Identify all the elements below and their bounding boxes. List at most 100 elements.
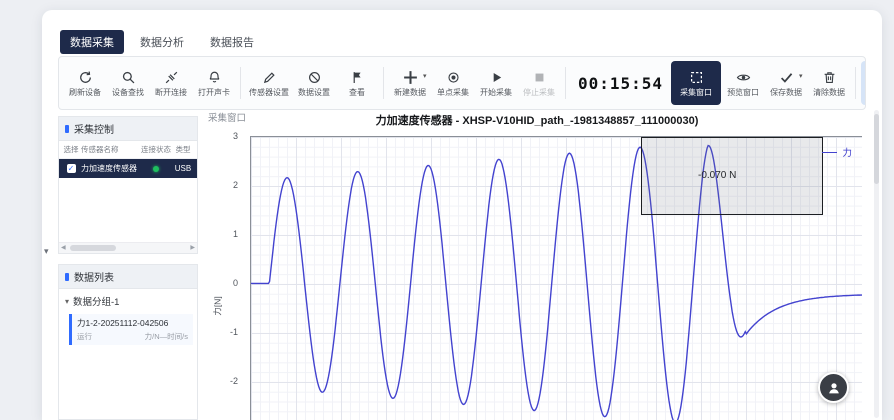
caret-down-icon: ▾: [799, 73, 803, 80]
experiment-status-button[interactable]: 实验状态: [861, 61, 866, 105]
preview-window-button[interactable]: 预览窗口: [722, 61, 764, 105]
save-data-button[interactable]: ▾ 保存数据: [765, 61, 807, 105]
data-group-row[interactable]: ▾ 数据分组-1: [59, 289, 197, 313]
row-checkbox[interactable]: ✓: [67, 164, 76, 173]
data-list-header: 数据列表: [58, 264, 198, 289]
toolbar-separator: [565, 67, 566, 99]
horizontal-scrollbar[interactable]: ◀ ▶: [59, 242, 197, 253]
table-row[interactable]: ✓力加速度传感器USB: [59, 159, 197, 178]
data-list-item[interactable]: 力1-2-20251112-042506 运行 力/N—时间/s: [69, 314, 193, 345]
scroll-left-icon[interactable]: ◀: [59, 245, 68, 251]
capture-icon: [688, 69, 705, 86]
sensor-type: USB: [173, 164, 193, 173]
toolbar-button-label: 设备查找: [112, 89, 144, 97]
sensor-table: 选择传感器名称连接状态类型 ✓力加速度传感器USB ◀ ▶: [58, 141, 198, 254]
play-icon: [488, 69, 505, 86]
bell-icon: [206, 69, 223, 86]
search-icon: [120, 69, 137, 86]
chart-area: 力加速度传感器 - XHSP-V10HID_path_-1981348857_1…: [206, 110, 868, 420]
refresh-device-button[interactable]: 刷新设备: [64, 61, 106, 105]
toolbar: 刷新设备设备查找 断开连接 打开声卡 传感器设置 数据设置 查看 ▾ 新建数据 单点采集开始采集…: [58, 56, 866, 110]
caret-down-icon: ▾: [423, 73, 427, 80]
vertical-scrollbar[interactable]: [874, 110, 879, 418]
eye-icon: [735, 69, 752, 86]
start-collect-button[interactable]: 开始采集: [475, 61, 517, 105]
toolbar-separator: [240, 67, 241, 99]
column-header: 传感器名称: [81, 144, 139, 155]
data-item-title: 力1-2-20251112-042506: [77, 317, 188, 329]
selection-rectangle[interactable]: -0.070 N: [641, 137, 823, 215]
scrollbar-thumb[interactable]: [70, 245, 116, 251]
toolbar-button-label: 单点采集: [437, 89, 469, 97]
search-device-button[interactable]: 设备查找: [107, 61, 149, 105]
plus-icon: ▾: [402, 69, 419, 86]
check-icon: ▾: [778, 69, 795, 86]
collect-control-title: 采集控制: [74, 121, 114, 136]
toolbar-separator: [855, 67, 856, 99]
new-data-button[interactable]: ▾ 新建数据: [389, 61, 431, 105]
toolbar-button-label: 数据设置: [298, 89, 330, 97]
stop-icon: [531, 69, 548, 86]
collapse-handle-icon[interactable]: ▾: [44, 246, 49, 257]
toolbar-button-label: 断开连接: [155, 89, 187, 97]
collection-timer: 00:15:54: [578, 74, 663, 93]
app-window: 数据采集 数据分析 数据报告 刷新设备设备查找 断开连接 打开声卡 传感器设置 数据设置…: [42, 10, 882, 420]
refresh-icon: [77, 69, 94, 86]
open-soundcard-button[interactable]: 打开声卡: [193, 61, 235, 105]
sensor-settings-button[interactable]: 传感器设置: [246, 61, 292, 105]
tab-data-report[interactable]: 数据报告: [200, 30, 264, 54]
tab-data-analysis[interactable]: 数据分析: [130, 30, 194, 54]
column-header: 类型: [173, 144, 193, 155]
chart-legend: 力: [822, 145, 852, 159]
legend-line-icon: [822, 152, 837, 153]
y-axis-ticks: 3210-1-2: [206, 110, 246, 420]
scroll-right-icon[interactable]: ▶: [188, 245, 197, 251]
toolbar-separator: [383, 67, 384, 99]
main-tabs: 数据采集 数据分析 数据报告: [60, 30, 264, 54]
tab-data-collect[interactable]: 数据采集: [60, 30, 124, 54]
chart-title: 力加速度传感器 - XHSP-V10HID_path_-1981348857_1…: [206, 112, 868, 128]
trash-icon: [821, 69, 838, 86]
point-icon: [445, 69, 462, 86]
sensor-table-header: 选择传感器名称连接状态类型: [59, 141, 197, 159]
panel-bullet-icon: [65, 273, 69, 281]
toolbar-button-label: 采集窗口: [680, 89, 712, 97]
toolbar-button-label: 新建数据: [394, 89, 426, 97]
left-sidebar: 采集控制 选择传感器名称连接状态类型 ✓力加速度传感器USB ◀ ▶ 数据列表 …: [58, 116, 198, 420]
data-item-status: 运行: [77, 331, 92, 342]
y-tick-label: -1: [230, 327, 238, 337]
measurement-annotation: -0.070 N: [698, 170, 736, 181]
person-icon: [826, 380, 842, 396]
collect-control-header: 采集控制: [58, 116, 198, 141]
single-point-button[interactable]: 单点采集: [432, 61, 474, 105]
toolbar-button-label: 打开声卡: [198, 89, 230, 97]
view-button[interactable]: 查看: [336, 61, 378, 105]
disconnect-button[interactable]: 断开连接: [150, 61, 192, 105]
tree-expand-icon[interactable]: ▾: [65, 297, 69, 306]
column-header: 连接状态: [139, 144, 173, 155]
toolbar-button-label: 清除数据: [813, 89, 845, 97]
data-list: ▾ 数据分组-1 力1-2-20251112-042506 运行 力/N—时间/s: [58, 289, 198, 420]
data-settings-button[interactable]: 数据设置: [293, 61, 335, 105]
y-tick-label: 0: [233, 278, 238, 288]
stop-collect-button[interactable]: 停止采集: [518, 61, 560, 105]
toolbar-button-label: 预览窗口: [727, 89, 759, 97]
toolbar-button-label: 传感器设置: [249, 89, 289, 97]
toolbar-button-label: 保存数据: [770, 89, 802, 97]
column-header: 选择: [61, 144, 81, 155]
y-tick-label: -2: [230, 376, 238, 386]
scrollbar-thumb[interactable]: [874, 114, 879, 184]
status-dot: [153, 166, 159, 172]
toolbar-button-label: 停止采集: [523, 89, 555, 97]
panel-bullet-icon: [65, 125, 69, 133]
data-item-axes: 力/N—时间/s: [145, 331, 188, 342]
scrollbar-track[interactable]: [68, 245, 189, 251]
plot-area[interactable]: -0.070 N 力: [250, 136, 862, 420]
y-tick-label: 2: [233, 180, 238, 190]
y-tick-label: 3: [233, 131, 238, 141]
clear-data-button[interactable]: 清除数据: [808, 61, 850, 105]
capture-window-button[interactable]: 采集窗口: [671, 61, 721, 105]
assistant-avatar[interactable]: [818, 372, 849, 403]
data-group-label: 数据分组-1: [73, 294, 119, 308]
toolbar-button-label: 查看: [349, 89, 365, 97]
